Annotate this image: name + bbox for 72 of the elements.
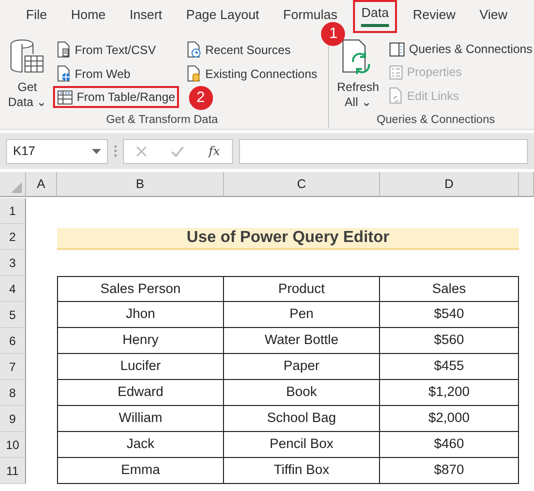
clock-document-icon [187, 41, 202, 58]
row-header[interactable]: 3 [0, 250, 26, 276]
column-header[interactable]: A [26, 172, 57, 197]
name-box[interactable]: K17 [6, 138, 108, 164]
callout-badge: 2 [188, 86, 213, 110]
insert-function-button[interactable]: fx [208, 142, 220, 160]
dropdown-caret-icon [92, 148, 101, 154]
row-header[interactable]: 1 [0, 198, 26, 224]
column-header[interactable]: C [224, 172, 380, 197]
table-cell: $2,000 [380, 406, 519, 432]
cancel-icon[interactable] [136, 146, 148, 156]
web-document-icon [56, 65, 71, 82]
row-header[interactable]: 8 [0, 380, 26, 406]
big-ribbon-button[interactable]: Get Data ⌄ [6, 36, 49, 112]
table-cell: Book [224, 380, 380, 406]
ribbon-button[interactable]: From Text/CSV [52, 38, 180, 61]
row-header[interactable]: 10 [0, 432, 26, 458]
row-header[interactable]: 9 [0, 406, 26, 432]
column-heading: Product [224, 276, 380, 302]
table-cell: Henry [57, 328, 224, 354]
ribbon-tab[interactable]: Page Layout [178, 2, 268, 30]
table-cell: Edward [57, 380, 224, 406]
table-cell: $460 [380, 432, 519, 458]
column-heading: Sales Person [57, 276, 224, 302]
formula-input[interactable] [239, 138, 528, 164]
callout-badge: 1 [321, 22, 346, 46]
ribbon-tab[interactable]: View [471, 2, 516, 30]
table-cell: Paper [224, 354, 380, 380]
pane-icon [389, 42, 406, 56]
link-document-icon [389, 87, 404, 104]
select-all-icon[interactable] [11, 182, 22, 193]
ribbon-tab[interactable]: Insert [122, 2, 170, 30]
database-document-icon [187, 65, 202, 82]
table-cell: William [57, 406, 224, 432]
table-cell: Lucifer [57, 354, 224, 380]
table-cell: $560 [380, 328, 519, 354]
check-icon[interactable] [171, 146, 184, 156]
row-header[interactable]: 11 [0, 458, 26, 484]
ribbon-tab[interactable]: Review [404, 2, 464, 30]
group-label: Queries & Connections [376, 113, 496, 128]
row-header[interactable]: 2 [0, 224, 26, 250]
table-cell: Jack [57, 432, 224, 458]
table-cell: School Bag [224, 406, 380, 432]
table-cell: $870 [380, 458, 519, 484]
document-icon [56, 41, 71, 58]
group-label: Get & Transform Data [105, 113, 219, 128]
table-cell: Emma [57, 458, 224, 484]
row-header[interactable]: 6 [0, 328, 26, 354]
column-header[interactable]: B [57, 172, 224, 197]
row-header[interactable]: 7 [0, 354, 26, 380]
column-header[interactable]: D [380, 172, 519, 197]
ribbon-button[interactable]: Recent Sources [183, 38, 322, 61]
table-cell: Pen [224, 302, 380, 328]
table-cell: Pencil Box [224, 432, 380, 458]
table-icon [56, 90, 73, 104]
ribbon-button[interactable]: Existing Connections [183, 62, 322, 85]
row-header[interactable]: 4 [0, 276, 26, 302]
column-header[interactable] [519, 172, 534, 197]
row-header[interactable]: 5 [0, 302, 26, 328]
table-cell: Water Bottle [224, 328, 380, 354]
table-cell: $455 [380, 354, 519, 380]
ribbon-button[interactable]: From Web [52, 62, 180, 85]
drag-handle-icon[interactable] [114, 145, 117, 157]
ribbon-tab[interactable]: File [18, 2, 55, 30]
table-cell: Jhon [57, 302, 224, 328]
sheet-title: Use of Power Query Editor [57, 228, 519, 250]
table-cell: $540 [380, 302, 519, 328]
table-cell: $1,200 [380, 380, 519, 406]
column-heading: Sales [380, 276, 519, 302]
table-cell: Tiffin Box [224, 458, 380, 484]
list-icon [389, 64, 404, 80]
ribbon-tab[interactable]: Home [62, 2, 114, 30]
